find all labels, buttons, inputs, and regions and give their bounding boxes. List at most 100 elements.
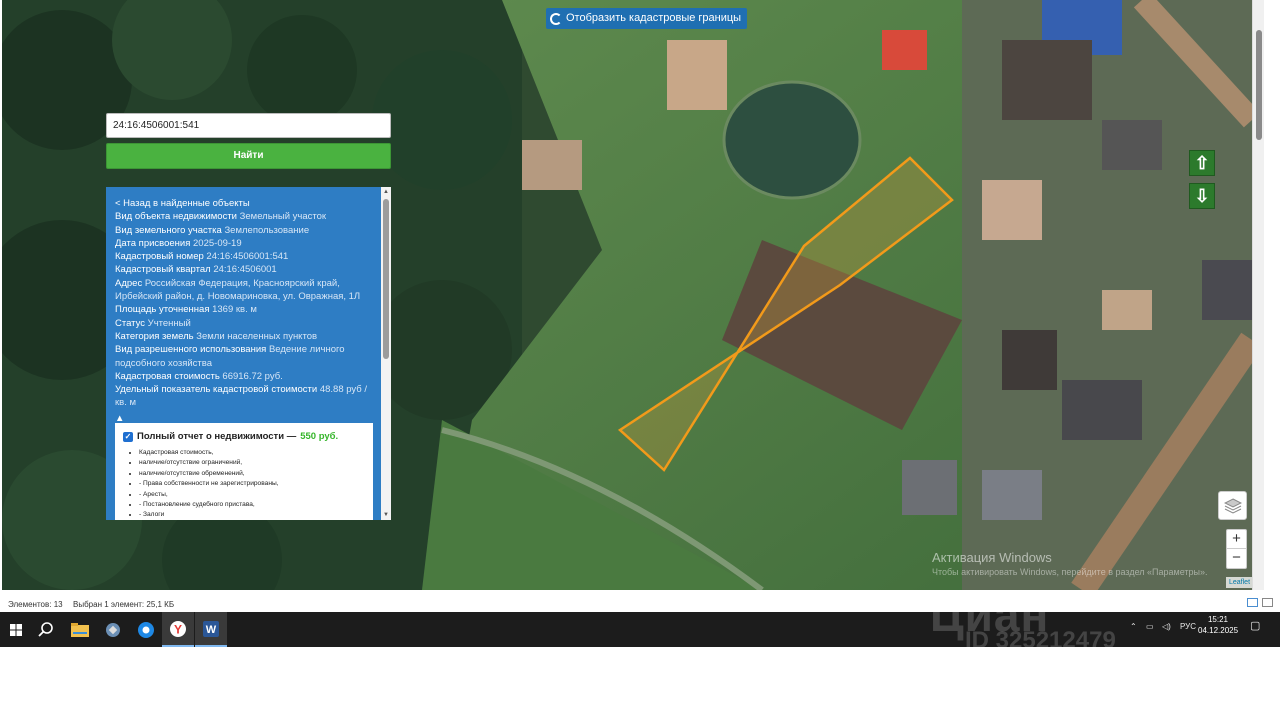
folder-icon	[71, 622, 89, 637]
attribute-label: Вид объекта недвижимости	[115, 211, 237, 223]
clock-time: 15:21	[1207, 615, 1229, 624]
tray-chevron-icon[interactable]: ⌃	[1130, 622, 1137, 631]
attribute-value: 24:16:4506001:541	[206, 251, 289, 263]
attribute-label: Дата присвоения	[115, 237, 191, 249]
notifications-icon[interactable]: ▢	[1250, 619, 1260, 632]
edge-browser-button[interactable]	[130, 612, 162, 647]
network-icon[interactable]: ▭	[1146, 622, 1154, 631]
details-view-icon[interactable]	[1247, 598, 1258, 607]
report-item: - Залоги	[139, 510, 365, 520]
property-attribute-row: Вид объекта недвижимости Земельный участ…	[115, 210, 373, 223]
scroll-down-icon[interactable]: ▼	[382, 511, 390, 519]
report-header: ✓ Полный отчет о недвижимости — 550 руб.	[123, 431, 365, 442]
property-attribute-row: Площадь уточненная 1369 кв. м	[115, 303, 373, 316]
scroll-up-icon[interactable]: ▲	[382, 188, 390, 196]
search-button-taskbar[interactable]	[30, 612, 62, 647]
screen: Отобразить кадастровые границы Найти < Н…	[0, 0, 1280, 720]
attribute-value: Учтенный	[147, 317, 191, 329]
start-button[interactable]	[0, 612, 32, 647]
language-indicator[interactable]: РУС	[1180, 622, 1196, 631]
property-info-content: < Назад в найденные объекты Вид объекта …	[115, 197, 373, 425]
attribute-value: 2025-09-19	[193, 237, 242, 249]
layers-button[interactable]	[1218, 491, 1247, 520]
attribute-label: Статус	[115, 317, 146, 329]
report-title: Полный отчет о недвижимости —	[137, 431, 297, 442]
property-attributes: Вид объекта недвижимости Земельный участ…	[115, 210, 373, 409]
arrow-up-icon[interactable]: ⇧	[1189, 150, 1215, 176]
attribute-value: Земельный участок	[239, 211, 327, 223]
clock-date: 04.12.2025	[1198, 626, 1239, 635]
tiles-view-icon[interactable]	[1262, 598, 1273, 607]
property-attribute-row: Вид земельного участка Землепользование	[115, 224, 373, 237]
attribute-label: Кадастровый квартал	[115, 264, 211, 276]
satellite-icon	[106, 622, 120, 637]
report-item: Кадастровая стоимость,	[139, 448, 365, 458]
property-attribute-row: Удельный показатель кадастровой стоимост…	[115, 383, 373, 410]
browser-scrollbar[interactable]	[1252, 0, 1264, 590]
attribute-label: Вид земельного участка	[115, 224, 222, 236]
satellite-map[interactable]: Отобразить кадастровые границы Найти < Н…	[2, 0, 1252, 590]
attribute-label: Площадь уточненная	[115, 304, 210, 316]
layers-icon	[1223, 497, 1242, 514]
word-button[interactable]: W	[195, 612, 227, 647]
attribute-value: 66916.72 руб.	[222, 370, 283, 382]
report-price: 550 руб.	[300, 431, 339, 442]
yandex-browser-button[interactable]: Y	[162, 612, 194, 647]
property-attribute-row: Вид разрешенного использования Ведение л…	[115, 343, 373, 370]
explorer-status-bar: Элементов: 13 Выбран 1 элемент: 25,1 КБ	[0, 590, 1280, 612]
volume-icon[interactable]: ◁)	[1162, 622, 1171, 631]
attribute-label: Кадастровый номер	[115, 251, 204, 263]
file-explorer-button[interactable]	[64, 612, 96, 647]
zoom-in-button[interactable]: +	[1227, 530, 1246, 549]
satellite-app-button[interactable]	[97, 612, 129, 647]
leaflet-attribution[interactable]: Leaflet	[1226, 577, 1252, 588]
property-attribute-row: Дата присвоения 2025-09-19	[115, 237, 373, 250]
property-attribute-row: Кадастровый номер 24:16:4506001:541	[115, 250, 373, 263]
attribute-value: Земли населенных пунктов	[196, 330, 318, 342]
attribute-label: Категория земель	[115, 330, 194, 342]
report-item: - Постановление судебного пристава,	[139, 500, 365, 510]
attribute-label: Адрес	[115, 277, 143, 289]
items-count: Элементов: 13	[8, 600, 63, 609]
page-edge	[1264, 0, 1280, 590]
yandex-browser-icon: Y	[170, 620, 186, 637]
attribute-value: Землепользование	[224, 224, 310, 236]
property-attribute-row: Кадастровый квартал 24:16:4506001	[115, 263, 373, 276]
taskbar-clock[interactable]: 15:21 04.12.2025	[1198, 614, 1238, 636]
property-attribute-row: Кадастровая стоимость 66916.72 руб.	[115, 370, 373, 383]
attribute-label: Кадастровая стоимость	[115, 370, 220, 382]
report-item: - Права собственности не зарегистрирован…	[139, 479, 365, 489]
browser-scroll-thumb[interactable]	[1256, 30, 1262, 140]
back-to-results-link[interactable]: < Назад в найденные объекты	[115, 197, 373, 210]
refresh-icon	[550, 12, 562, 25]
search-icon	[38, 621, 53, 637]
report-items-list: Кадастровая стоимость,наличие/отсутствие…	[139, 448, 365, 520]
selection-info: Выбран 1 элемент: 25,1 КБ	[73, 600, 175, 609]
cadastral-borders-label: Отобразить кадастровые границы	[566, 12, 742, 24]
browser-icon	[138, 621, 154, 638]
report-checkbox[interactable]: ✓	[123, 431, 133, 442]
cadastral-search-input[interactable]	[106, 113, 391, 138]
cian-watermark-id: ID 325212479	[965, 627, 1116, 654]
windows-activation-title: Активация Windows	[932, 550, 1052, 565]
report-item: наличие/отсутствие обременений,	[139, 469, 365, 479]
property-attribute-row: Категория земель Земли населенных пункто…	[115, 330, 373, 343]
panel-scrollbar[interactable]: ▲ ▼	[381, 187, 391, 520]
property-attribute-row: Статус Учтенный	[115, 317, 373, 330]
attribute-value: Российская Федерация, Красноярский край,…	[115, 277, 361, 303]
svg-text:W: W	[206, 624, 217, 636]
property-attribute-row: Адрес Российская Федерация, Красноярский…	[115, 277, 373, 304]
full-report-offer: ✓ Полный отчет о недвижимости — 550 руб.…	[115, 423, 373, 520]
report-item: наличие/отсутствие ограничений,	[139, 458, 365, 468]
word-icon: W	[203, 620, 219, 637]
arrow-down-icon[interactable]: ⇩	[1189, 183, 1215, 209]
windows-logo-icon	[10, 623, 22, 636]
panel-scroll-thumb[interactable]	[383, 199, 389, 359]
cadastral-borders-button[interactable]: Отобразить кадастровые границы	[546, 8, 748, 29]
report-item: - Аресты,	[139, 490, 365, 500]
property-info-panel: < Назад в найденные объекты Вид объекта …	[106, 187, 391, 520]
zoom-out-button[interactable]: −	[1227, 549, 1246, 568]
search-button[interactable]: Найти	[106, 143, 391, 169]
attribute-value: 24:16:4506001	[213, 264, 277, 276]
zoom-controls: + −	[1226, 529, 1247, 569]
